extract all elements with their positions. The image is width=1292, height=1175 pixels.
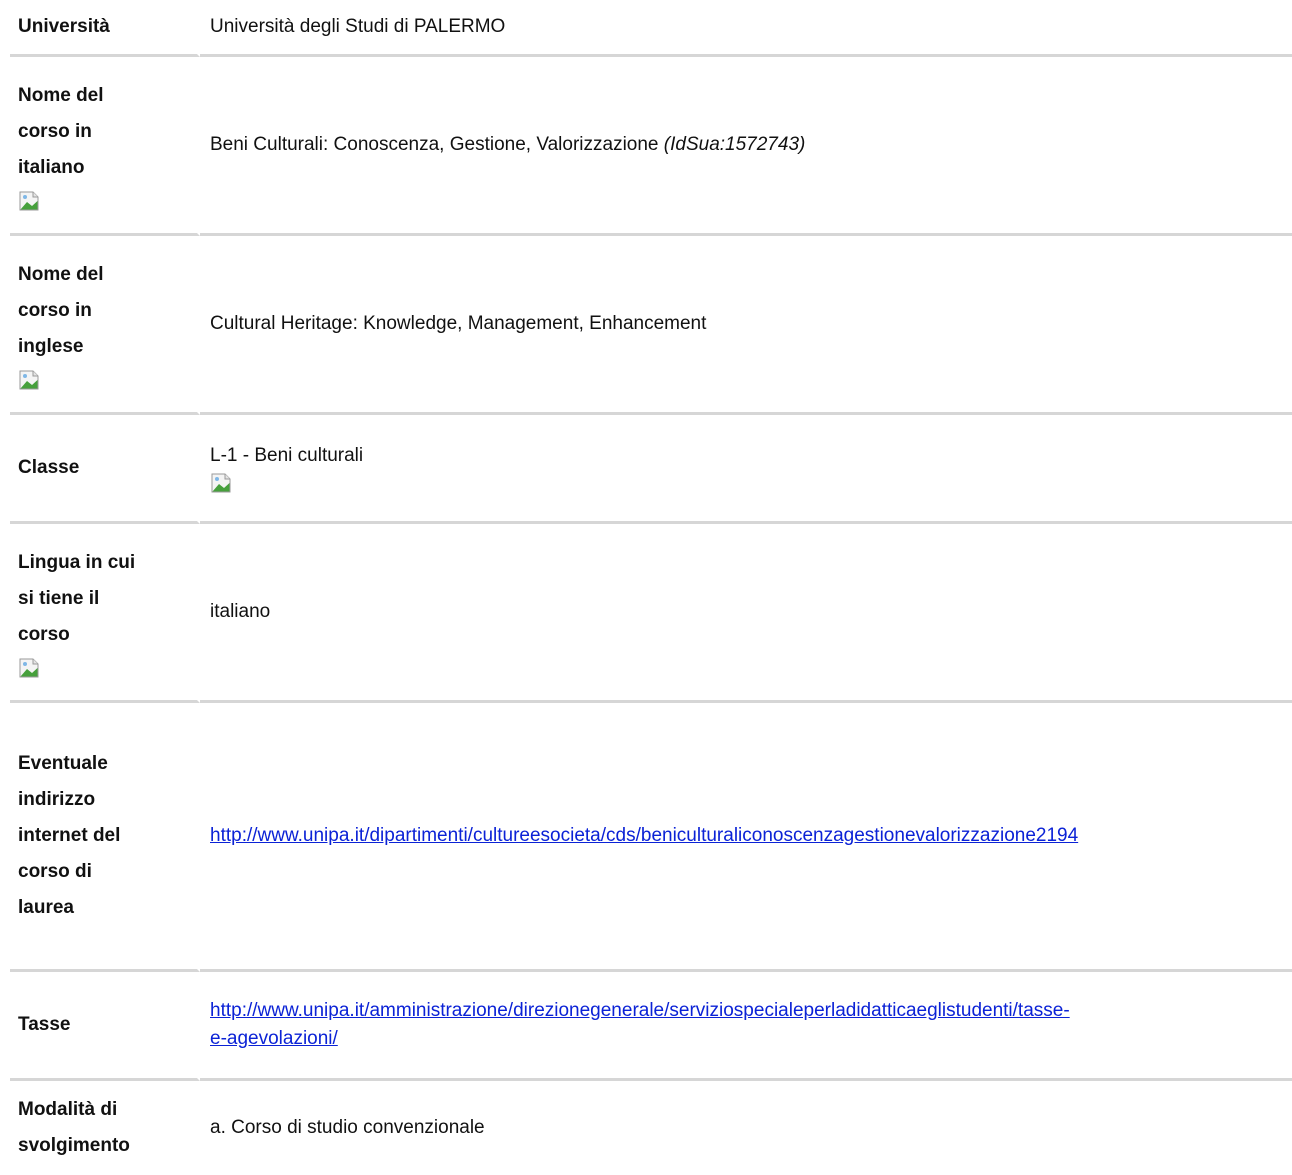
value-modalita: a. Corso di studio convenzionale [200, 1081, 1292, 1175]
value-nome-inglese: Cultural Heritage: Knowledge, Management… [200, 236, 1292, 415]
label-nome-italiano: Nome del corso in italiano [10, 57, 200, 236]
label-line: Modalità di [18, 1099, 118, 1120]
label-line: Lingua in cui [18, 552, 136, 573]
table-row-nome-italiano: Nome del corso in italiano Beni Cultural… [10, 57, 1292, 236]
broken-image-icon [18, 369, 40, 391]
label-line: corso in [18, 121, 92, 142]
course-website-link[interactable]: http://www.unipa.it/dipartimenti/culture… [210, 825, 1078, 846]
tasse-link-line2: e-agevolazioni/ [210, 1028, 338, 1049]
label-line: inglese [18, 336, 84, 357]
value-classe-text: L-1 - Beni culturali [210, 445, 364, 466]
label-nome-inglese: Nome del corso in inglese [10, 236, 200, 415]
label-tasse: Tasse [10, 972, 200, 1081]
label-tasse-text: Tasse [18, 1014, 71, 1035]
course-info-table: Università Università degli Studi di PAL… [10, 0, 1292, 1175]
table-row-classe: Classe L-1 - Beni culturali [10, 415, 1292, 524]
label-line: svolgimento [18, 1135, 130, 1156]
table-row-lingua: Lingua in cui si tiene il corso italiano [10, 524, 1292, 703]
label-universita: Università [10, 0, 200, 57]
label-line: internet del [18, 825, 121, 846]
broken-image-icon [18, 657, 40, 679]
label-indirizzo: Eventuale indirizzo internet del corso d… [10, 703, 200, 972]
table-row-tasse: Tasse http://www.unipa.it/amministrazion… [10, 972, 1292, 1081]
label-lingua: Lingua in cui si tiene il corso [10, 524, 200, 703]
label-modalita: Modalità di svolgimento [10, 1081, 200, 1175]
label-line: si tiene il [18, 588, 100, 609]
value-lingua-text: italiano [210, 601, 271, 622]
value-lingua: italiano [200, 524, 1292, 703]
value-universita: Università degli Studi di PALERMO [200, 0, 1292, 57]
value-nome-italiano: Beni Culturali: Conoscenza, Gestione, Va… [200, 57, 1292, 236]
value-classe: L-1 - Beni culturali [200, 415, 1292, 524]
broken-image-icon [210, 472, 232, 494]
label-classe-text: Classe [18, 457, 80, 478]
label-line: italiano [18, 157, 85, 178]
table-row-universita: Università Università degli Studi di PAL… [10, 0, 1292, 57]
label-line: indirizzo [18, 789, 96, 810]
label-line: corso di [18, 861, 92, 882]
table-row-nome-inglese: Nome del corso in inglese Cultural Herit… [10, 236, 1292, 415]
label-universita-text: Università [18, 16, 110, 37]
label-line: corso in [18, 300, 92, 321]
value-tasse: http://www.unipa.it/amministrazione/dire… [200, 972, 1292, 1081]
value-indirizzo: http://www.unipa.it/dipartimenti/culture… [200, 703, 1292, 972]
value-nome-italiano-text: Beni Culturali: Conoscenza, Gestione, Va… [210, 134, 659, 155]
label-line: corso [18, 624, 70, 645]
tasse-link[interactable]: http://www.unipa.it/amministrazione/dire… [210, 1000, 1070, 1049]
tasse-link-line1: http://www.unipa.it/amministrazione/dire… [210, 1000, 1070, 1021]
label-line: Nome del [18, 85, 104, 106]
table-row-indirizzo: Eventuale indirizzo internet del corso d… [10, 703, 1292, 972]
value-modalita-text: a. Corso di studio convenzionale [210, 1117, 485, 1138]
label-line: Nome del [18, 264, 104, 285]
table-row-modalita: Modalità di svolgimento a. Corso di stud… [10, 1081, 1292, 1175]
value-universita-text: Università degli Studi di PALERMO [210, 16, 506, 37]
label-classe: Classe [10, 415, 200, 524]
value-nome-inglese-text: Cultural Heritage: Knowledge, Management… [210, 313, 707, 334]
broken-image-icon [18, 190, 40, 212]
idsua-label: (IdSua:1572743) [663, 134, 806, 155]
label-line: laurea [18, 897, 74, 918]
label-line: Eventuale [18, 753, 108, 774]
